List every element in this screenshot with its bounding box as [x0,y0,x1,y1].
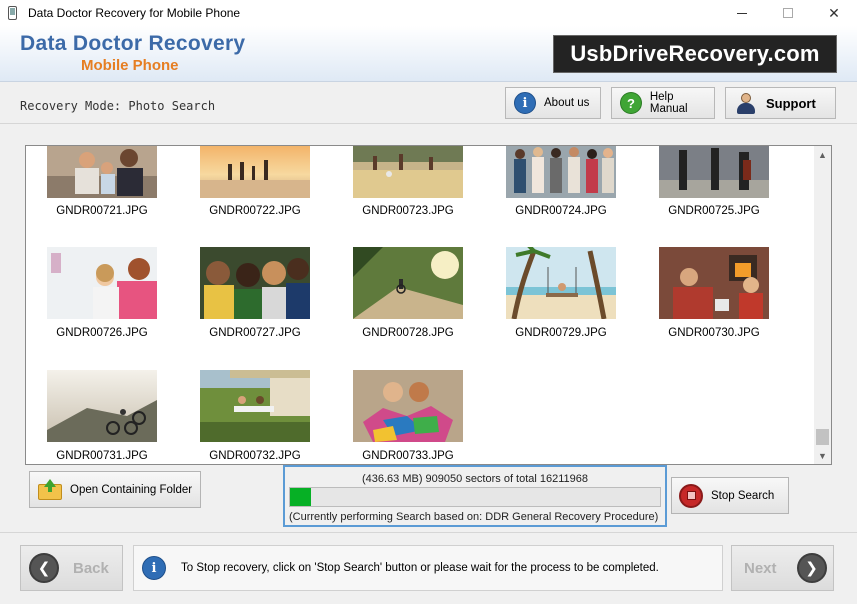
photo-image [200,247,310,319]
brand-title: Data Doctor Recovery [20,32,246,55]
next-arrow-icon: ❯ [796,553,827,583]
window-title: Data Doctor Recovery for Mobile Phone [28,6,241,20]
photo-image [659,146,769,198]
photo-thumbnail[interactable]: GNDR00729.JPG [506,247,616,339]
photo-filename: GNDR00732.JPG [209,450,301,462]
about-us-button[interactable]: i About us [505,87,601,119]
scroll-thumb[interactable] [816,429,829,445]
back-label: Back [73,559,109,577]
photo-thumbnail[interactable]: GNDR00726.JPG [47,247,157,339]
photo-filename: GNDR00723.JPG [362,205,454,217]
photo-thumbnail[interactable]: GNDR00725.JPG [659,146,769,217]
folder-open-icon [38,478,64,501]
help-manual-label: Help Manual [649,91,688,115]
help-manual-button[interactable]: ? Help Manual [611,87,715,119]
photo-filename: GNDR00721.JPG [56,205,148,217]
photo-thumbnail[interactable]: GNDR00722.JPG [200,146,310,217]
photo-filename: GNDR00733.JPG [362,450,454,462]
photo-image [200,370,310,442]
next-button[interactable]: Next ❯ [731,545,834,591]
photo-image [506,146,616,198]
help-icon: ? [620,92,642,114]
photo-filename: GNDR00724.JPG [515,205,607,217]
photo-thumbnail[interactable]: GNDR00724.JPG [506,146,616,217]
scroll-down-arrow-icon[interactable]: ▼ [814,447,831,464]
photo-thumbnail[interactable]: GNDR00721.JPG [47,146,157,217]
photo-image [659,247,769,319]
photo-image [47,247,157,319]
photo-thumbnail[interactable]: GNDR00733.JPG [353,370,463,462]
photo-filename: GNDR00727.JPG [209,327,301,339]
header-banner: Data Doctor Recovery Mobile Phone UsbDri… [0,26,857,82]
search-progress-box: (436.63 MB) 909050 sectors of total 1621… [283,465,667,527]
photo-filename: GNDR00725.JPG [668,205,760,217]
photo-filename: GNDR00726.JPG [56,327,148,339]
stop-icon [679,483,703,508]
photo-image [353,370,463,442]
photo-filename: GNDR00729.JPG [515,327,607,339]
maximize-icon [783,8,793,18]
info-icon: i [142,556,166,580]
stop-search-label: Stop Search [711,489,775,502]
progress-bar-fill [290,488,311,506]
support-button[interactable]: Support [725,87,836,119]
photo-thumbnail[interactable]: GNDR00731.JPG [47,370,157,462]
back-button[interactable]: ❮ Back [20,545,123,591]
photo-image [47,146,157,198]
photo-filename: GNDR00731.JPG [56,450,148,462]
scroll-up-arrow-icon[interactable]: ▲ [814,146,831,163]
title-bar: Data Doctor Recovery for Mobile Phone ✕ [0,0,857,26]
recovery-mode-label: Recovery Mode: Photo Search [20,99,216,113]
status-message-bar: i To Stop recovery, click on 'Stop Searc… [133,545,723,591]
minimize-button[interactable] [719,0,765,26]
support-person-icon [736,92,756,114]
photo-thumbnail[interactable]: GNDR00727.JPG [200,247,310,339]
photo-filename: GNDR00730.JPG [668,327,760,339]
site-logo: UsbDriveRecovery.com [553,35,837,73]
about-us-label: About us [544,97,590,109]
sector-progress-text: (436.63 MB) 909050 sectors of total 1621… [361,473,589,485]
phone-app-icon [6,5,20,21]
photo-thumbnail[interactable]: GNDR00730.JPG [659,247,769,339]
maximize-button[interactable] [765,0,811,26]
recovered-photos-panel[interactable]: GNDR00721.JPG GNDR00722.JPG GNDR00723.JP… [25,145,832,465]
bottom-navigation: ❮ Back i To Stop recovery, click on 'Sto… [0,532,857,604]
back-arrow-icon: ❮ [29,553,59,583]
photo-filename: GNDR00722.JPG [209,205,301,217]
brand-subtitle: Mobile Phone [81,57,179,74]
photo-image [506,247,616,319]
window-controls: ✕ [719,0,857,26]
toolbar: Recovery Mode: Photo Search i About us ?… [0,82,857,124]
photos-scrollbar[interactable]: ▲ ▼ [814,146,831,464]
photo-image [353,146,463,198]
progress-bar [289,487,661,507]
photo-image [353,247,463,319]
close-icon: ✕ [828,4,840,21]
minimize-icon [737,12,747,14]
photo-thumbnail[interactable]: GNDR00728.JPG [353,247,463,339]
close-button[interactable]: ✕ [811,0,857,26]
stop-search-button[interactable]: Stop Search [671,477,789,514]
photo-thumbnail[interactable]: GNDR00723.JPG [353,146,463,217]
photo-filename: GNDR00728.JPG [362,327,454,339]
open-containing-folder-button[interactable]: Open Containing Folder [29,471,201,508]
next-label: Next [744,559,777,577]
info-icon: i [514,92,536,114]
photo-image [200,146,310,198]
photo-image [47,370,157,442]
procedure-text: (Currently performing Search based on: D… [289,511,659,523]
support-label: Support [766,95,816,111]
open-folder-label: Open Containing Folder [70,483,193,496]
status-message: To Stop recovery, click on 'Stop Search'… [181,562,659,574]
photo-thumbnail[interactable]: GNDR00732.JPG [200,370,310,462]
